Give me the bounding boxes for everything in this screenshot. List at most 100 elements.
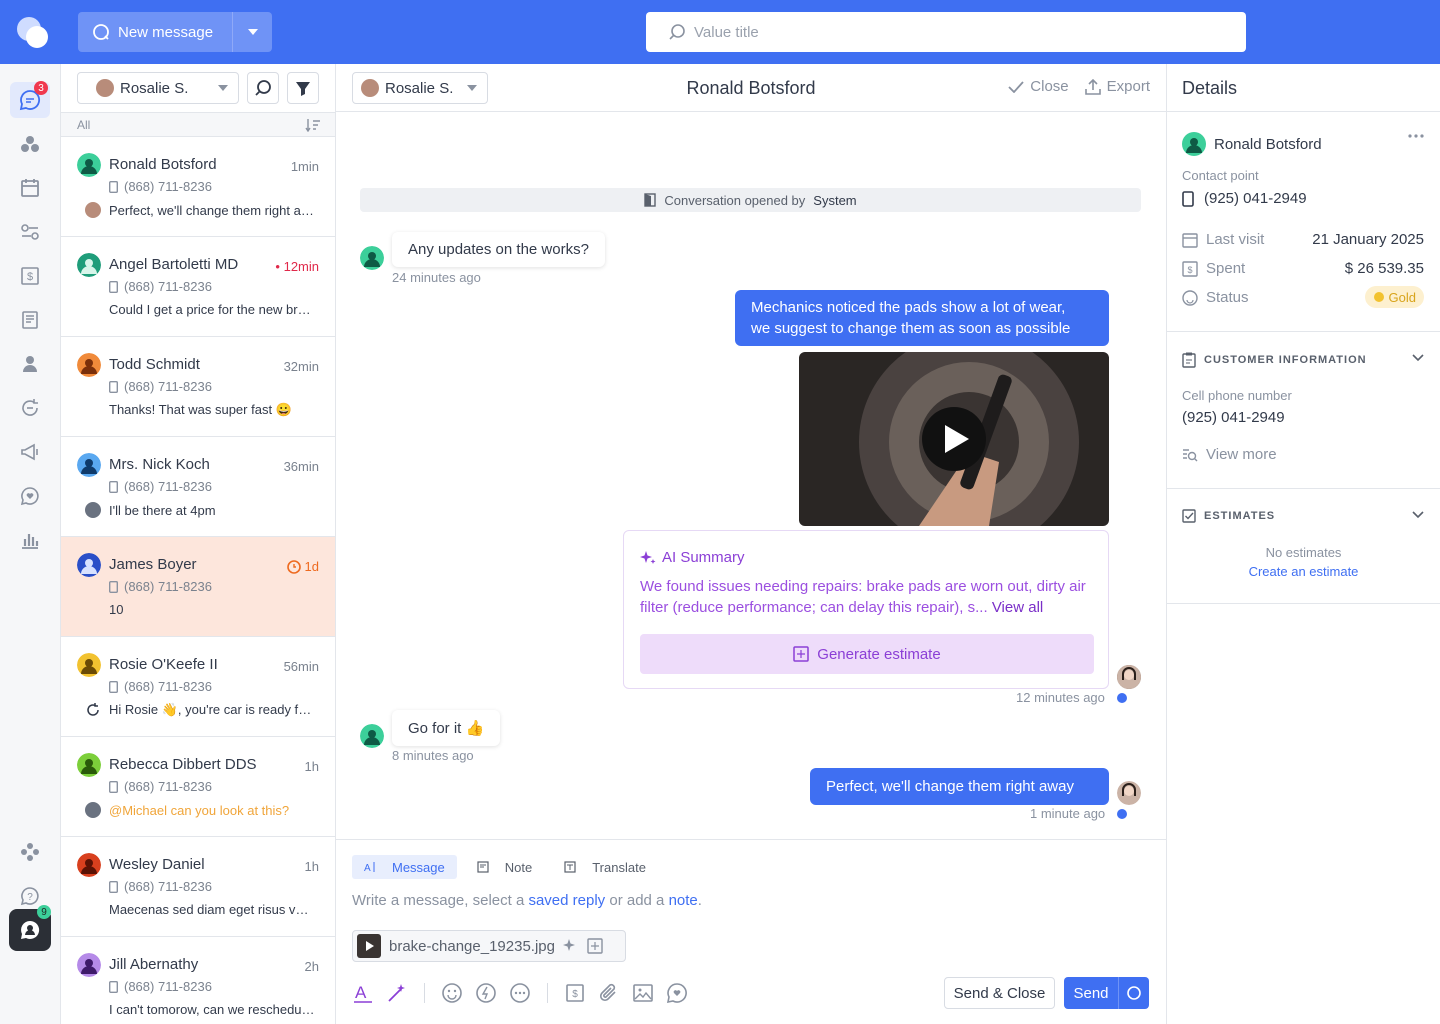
tab-message[interactable]: A Message — [352, 855, 457, 879]
export-label: Export — [1106, 78, 1150, 95]
saved-reply-link[interactable]: saved reply — [528, 892, 605, 909]
note-icon — [471, 855, 495, 879]
tab-note[interactable]: Note — [465, 855, 544, 879]
paperclip-icon[interactable] — [598, 982, 620, 1004]
conversation-item[interactable]: Rebecca Dibbert DDS 1h (868) 711-8236 @M… — [61, 737, 335, 837]
message-preview: Could I get a price for the new brakes? — [109, 302, 315, 317]
export-button[interactable]: Export — [1084, 78, 1150, 95]
contact-avatar — [360, 724, 384, 748]
placeholder-text: Write a message, select a — [352, 892, 525, 909]
new-message-button[interactable]: New message — [78, 12, 272, 52]
customer-info-header[interactable]: CUSTOMER INFORMATION — [1182, 352, 1367, 368]
video-attachment[interactable] — [799, 352, 1109, 526]
phone-icon — [109, 280, 118, 293]
message-input[interactable]: Write a message, select a saved reply or… — [352, 892, 702, 909]
contact-phone: (868) 711-8236 — [109, 379, 212, 394]
nav-messages[interactable]: 3 — [10, 81, 50, 118]
review-request-icon[interactable] — [666, 982, 688, 1004]
chat-actions: Close Export — [1008, 78, 1150, 95]
send-button[interactable]: Send — [1064, 977, 1149, 1009]
chevron-down-icon[interactable] — [1412, 511, 1424, 519]
nav-documents[interactable] — [10, 302, 50, 338]
add-to-estimate-icon[interactable] — [587, 938, 603, 954]
estimates-header[interactable]: ESTIMATES — [1182, 509, 1275, 523]
conversation-item[interactable]: Jill Abernathy 2h (868) 711-8236 I can't… — [61, 937, 335, 1024]
agent-avatar — [85, 802, 101, 818]
agent-avatar — [1117, 665, 1141, 689]
text-format-icon[interactable]: A — [352, 982, 374, 1004]
phone-icon — [109, 180, 118, 193]
nav-payments[interactable]: $ — [10, 258, 50, 294]
nav-campaigns[interactable] — [10, 434, 50, 470]
chevron-down-icon[interactable] — [1412, 354, 1424, 362]
new-message-main[interactable]: New message — [78, 12, 232, 52]
delivered-check-icon — [1117, 693, 1127, 703]
tab-note-label: Note — [504, 859, 533, 875]
details-title: Details — [1167, 64, 1440, 112]
nav-segments[interactable] — [10, 126, 50, 162]
note-link[interactable]: note — [669, 892, 698, 909]
quick-reply-icon[interactable] — [475, 982, 497, 1004]
schedule-send-button[interactable] — [1118, 977, 1149, 1009]
agent-filter-label: Rosalie S. — [120, 79, 189, 97]
contact-avatar — [77, 753, 101, 777]
heart-chat-icon — [20, 486, 40, 506]
send-and-close-button[interactable]: Send & Close — [944, 977, 1055, 1009]
send-label[interactable]: Send — [1064, 977, 1118, 1009]
generate-estimate-button[interactable]: Generate estimate — [640, 634, 1094, 674]
sparkle-icon[interactable] — [562, 938, 579, 954]
filter-all-label[interactable]: All — [77, 118, 90, 132]
last-visit-value: 21 January 2025 — [1312, 231, 1424, 248]
image-icon[interactable] — [632, 982, 654, 1004]
attachment-chip[interactable]: brake-change_19235.jpg — [352, 930, 626, 962]
list-filter-bar: All — [61, 112, 335, 137]
calendar-icon — [20, 178, 40, 198]
phone-icon — [109, 380, 118, 393]
conversation-item[interactable]: Angel Bartoletti MD • 12min (868) 711-82… — [61, 237, 335, 337]
list-search-button[interactable] — [247, 72, 279, 104]
conversation-item[interactable]: Mrs. Nick Koch 36min (868) 711-8236 I'll… — [61, 437, 335, 537]
nav-workflows[interactable] — [10, 214, 50, 250]
nav-automations[interactable] — [10, 390, 50, 426]
chat-header: Rosalie S. Ronald Botsford Close Export — [336, 64, 1166, 112]
door-icon — [644, 193, 657, 207]
nav-reviews[interactable] — [10, 478, 50, 514]
message-preview: I can't tomorow, can we reschedule? — [109, 1002, 315, 1017]
close-conversation-button[interactable]: Close — [1008, 78, 1069, 95]
help-icon: ? — [20, 886, 40, 906]
contact-phone: (868) 711-8236 — [109, 779, 212, 794]
conversation-item[interactable]: Todd Schmidt 32min (868) 711-8236 Thanks… — [61, 337, 335, 437]
sort-icon[interactable] — [305, 118, 321, 132]
incoming-message: Go for it 👍 — [392, 710, 501, 746]
contact-point[interactable]: (925) 041-2949 — [1182, 190, 1307, 207]
payment-request-icon[interactable]: $ — [564, 982, 586, 1004]
conversation-item[interactable]: Rosie O'Keefe II 56min (868) 711-8236 Hi… — [61, 637, 335, 737]
ai-magic-icon[interactable] — [386, 982, 408, 1004]
global-search-input[interactable]: Value title — [646, 12, 1246, 52]
more-dots-icon[interactable] — [509, 982, 531, 1004]
app-logo[interactable] — [16, 16, 50, 50]
nav-contacts[interactable] — [10, 346, 50, 382]
nav-reports[interactable] — [10, 522, 50, 558]
conversation-item-selected[interactable]: James Boyer 1d (868) 711-8236 10 — [61, 537, 335, 637]
emoji-icon[interactable] — [441, 982, 463, 1004]
phone-icon — [109, 680, 118, 693]
conversation-item[interactable]: Ronald Botsford 1min (868) 711-8236 Perf… — [61, 137, 335, 237]
view-more-link[interactable]: View more — [1182, 446, 1277, 463]
svg-text:A: A — [355, 983, 367, 1002]
agent-filter-dropdown[interactable]: Rosalie S. — [77, 72, 239, 104]
phone-text: (868) 711-8236 — [124, 579, 212, 594]
nav-integrations[interactable] — [10, 834, 50, 870]
nav-calendar[interactable] — [10, 170, 50, 206]
invoice-dollar-icon: $ — [20, 266, 40, 286]
smiley-icon — [1182, 289, 1198, 306]
create-estimate-link[interactable]: Create an estimate — [1167, 564, 1440, 579]
list-filter-button[interactable] — [287, 72, 319, 104]
live-chat-button[interactable]: 9 — [9, 905, 51, 951]
view-all-link[interactable]: View all — [992, 599, 1043, 616]
conversation-item[interactable]: Wesley Daniel 1h (868) 711-8236 Maecenas… — [61, 837, 335, 937]
phone-icon — [109, 580, 118, 593]
new-message-dropdown[interactable] — [232, 12, 272, 52]
more-options-icon[interactable] — [1408, 134, 1424, 138]
tab-translate[interactable]: Translate — [552, 855, 658, 879]
